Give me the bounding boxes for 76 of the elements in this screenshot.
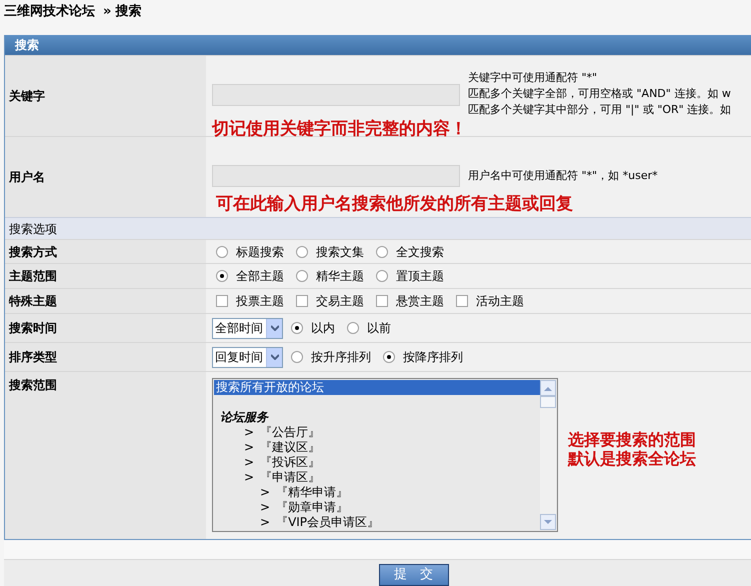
scroll-up-icon[interactable] bbox=[544, 386, 552, 390]
scrollbar[interactable] bbox=[540, 380, 556, 530]
field-label: 搜索方式 bbox=[9, 244, 57, 260]
list-option[interactable]: 『精华申请』 bbox=[276, 485, 348, 500]
caret-icon bbox=[270, 325, 278, 331]
field-label: 排序类型 bbox=[9, 349, 57, 366]
radio-button[interactable] bbox=[376, 246, 388, 258]
radio-button[interactable] bbox=[216, 270, 228, 282]
option-label: 全部主题 bbox=[236, 268, 284, 285]
checkbox[interactable] bbox=[216, 295, 228, 307]
list-option[interactable]: 『投诉区』 bbox=[260, 455, 320, 470]
checkbox[interactable] bbox=[456, 295, 468, 307]
field-label: 特殊主题 bbox=[9, 293, 57, 310]
list-option[interactable]: 『VIP会员申请区』 bbox=[276, 515, 380, 530]
hint-text: 匹配多个关键字其中部分，可用 "|" 或 "OR" 连接。如 bbox=[468, 102, 732, 118]
option-label: 以前 bbox=[367, 320, 391, 337]
annotation-text: 切记使用关键字而非完整的内容！ bbox=[212, 118, 467, 140]
list-option[interactable]: 『申请区』 bbox=[260, 470, 320, 485]
hint-text: 匹配多个关键字全部，可用空格或 "AND" 连接。如 w bbox=[468, 86, 732, 102]
radio-button[interactable] bbox=[383, 351, 395, 363]
tree-marker: > bbox=[244, 425, 254, 440]
annotation-text: 选择要搜索的范围 bbox=[568, 430, 696, 449]
hint-text: 用户名中可使用通配符 "*"，如 *user* bbox=[468, 168, 658, 184]
field-label: 搜索时间 bbox=[9, 320, 57, 337]
option-label: 置顶主题 bbox=[396, 268, 444, 285]
hint-text: 关键字中可使用通配符 "*" bbox=[468, 70, 598, 86]
option-label: 按降序排列 bbox=[403, 349, 463, 366]
radio-button[interactable] bbox=[291, 322, 303, 334]
scroll-thumb[interactable] bbox=[540, 396, 556, 408]
radio-button[interactable] bbox=[216, 246, 228, 258]
keyword-input[interactable] bbox=[212, 84, 460, 106]
field-label: 关键字 bbox=[9, 88, 45, 105]
radio-button[interactable] bbox=[376, 270, 388, 282]
list-option[interactable]: 『公告厅』 bbox=[260, 425, 320, 440]
radio-button[interactable] bbox=[291, 351, 303, 363]
option-label: 标题搜索 bbox=[236, 244, 284, 260]
field-label: 搜索范围 bbox=[9, 377, 57, 394]
tree-marker: > bbox=[244, 455, 254, 470]
option-label: 精华主题 bbox=[316, 268, 364, 285]
option-label: 投票主题 bbox=[236, 293, 284, 310]
breadcrumb-separator: » bbox=[103, 3, 112, 21]
checkbox[interactable] bbox=[296, 295, 308, 307]
tree-marker: > bbox=[244, 440, 254, 455]
option-label: 交易主题 bbox=[316, 293, 364, 310]
option-label: 搜索文集 bbox=[316, 244, 364, 260]
radio-button[interactable] bbox=[296, 270, 308, 282]
group-heading: 论坛服务 bbox=[219, 410, 270, 425]
dropdown[interactable]: 全部时间 bbox=[212, 318, 283, 338]
option-label: 按升序排列 bbox=[311, 349, 371, 366]
dropdown[interactable]: 回复时间 bbox=[212, 346, 283, 368]
list-option[interactable]: 『建议区』 bbox=[260, 440, 320, 455]
forum-listbox[interactable]: 搜索所有开放的论坛 论坛服务 > 『公告厅』 > 『建议区』 > 『投诉区』 > 『申请区』 > 『精华申请』 > 『勋章申请』 > 『VIP会员申请区』 bbox=[212, 378, 558, 532]
annotation-text: 默认是搜索全论坛 bbox=[568, 449, 696, 468]
list-option[interactable]: 『勋章申请』 bbox=[276, 500, 348, 515]
caret-icon bbox=[270, 354, 278, 360]
tree-marker: > bbox=[260, 485, 270, 500]
option-label: 以内 bbox=[311, 320, 335, 337]
radio-button[interactable] bbox=[296, 246, 308, 258]
panel-title: 搜索 bbox=[15, 37, 39, 54]
scroll-down-icon[interactable] bbox=[544, 520, 552, 524]
annotation-text: 可在此输入用户名搜索他所发的所有主题或回复 bbox=[216, 193, 573, 215]
checkbox[interactable] bbox=[376, 295, 388, 307]
field-label: 主题范围 bbox=[9, 268, 57, 285]
option-label: 全文搜索 bbox=[396, 244, 444, 260]
option-label: 悬赏主题 bbox=[396, 293, 444, 310]
breadcrumb-current: 搜索 bbox=[115, 2, 142, 21]
tree-marker: > bbox=[260, 500, 270, 515]
field-label: 用户名 bbox=[9, 169, 45, 186]
username-input[interactable] bbox=[212, 165, 460, 187]
option-label: 活动主题 bbox=[476, 293, 524, 310]
list-option[interactable]: 搜索所有开放的论坛 bbox=[214, 380, 540, 395]
breadcrumb-link[interactable]: 三维网技术论坛 bbox=[4, 2, 95, 22]
section-heading: 搜索选项 bbox=[9, 220, 57, 238]
tree-marker: > bbox=[244, 470, 254, 485]
tree-marker: > bbox=[260, 515, 270, 530]
radio-button[interactable] bbox=[347, 322, 359, 334]
